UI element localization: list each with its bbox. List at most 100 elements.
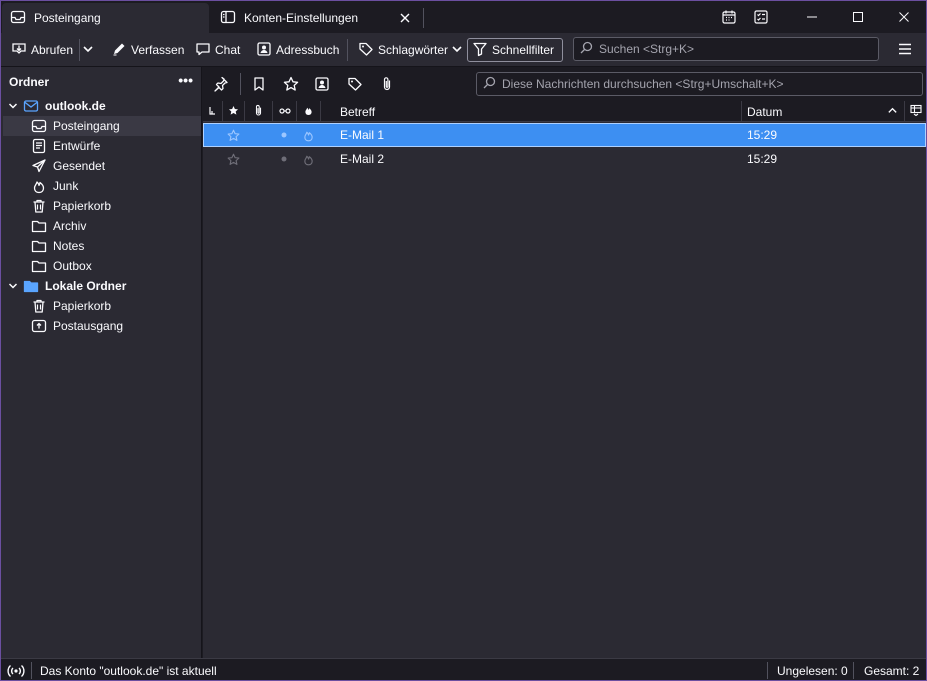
column-picker[interactable] <box>905 101 926 122</box>
close-tab-icon[interactable] <box>397 10 413 26</box>
account-local-folders[interactable]: Lokale Ordner <box>7 276 201 296</box>
unread-filter-icon[interactable] <box>247 73 271 95</box>
tags-label: Schlagwörter <box>378 43 449 57</box>
folder-local-outbox[interactable]: Postausgang <box>3 316 201 336</box>
folder-junk[interactable]: Junk <box>3 176 201 196</box>
folder-inbox[interactable]: Posteingang <box>3 116 201 136</box>
folder-local-trash[interactable]: Papierkorb <box>3 296 201 316</box>
star-filter-icon[interactable] <box>279 73 303 95</box>
close-window-button[interactable] <box>889 1 919 33</box>
tab-inbox[interactable]: Posteingang <box>2 3 209 33</box>
tab-separator <box>423 8 424 28</box>
status-separator <box>31 662 32 679</box>
toolbar-separator <box>240 73 241 95</box>
folder-archive[interactable]: Archiv <box>3 216 201 236</box>
pencil-icon <box>111 41 127 60</box>
address-book-button[interactable]: Adressbuch <box>252 38 343 62</box>
global-search-input[interactable]: Suchen <Strg+K> <box>573 37 879 61</box>
online-status-icon[interactable] <box>7 659 25 680</box>
mail-toolbar: Abrufen Verfassen Chat Adressbuch Schlag… <box>1 33 926 67</box>
trash-icon <box>31 298 47 314</box>
message-date: 15:29 <box>747 152 778 166</box>
thread-column-header[interactable] <box>203 101 223 122</box>
junk-column-header[interactable] <box>297 101 321 122</box>
folder-pane: Ordner ••• outlook.de Posteingang Entwür… <box>1 67 202 658</box>
hamburger-menu-icon <box>898 42 912 59</box>
tab-account-settings[interactable]: Konten-Einstellungen <box>212 3 423 33</box>
folder-notes[interactable]: Notes <box>3 236 201 256</box>
unread-count: Ungelesen: 0 <box>777 663 848 678</box>
sticky-filter-icon[interactable] <box>209 73 233 95</box>
tasks-icon[interactable] <box>750 1 772 33</box>
tag-filter-icon[interactable] <box>343 73 367 95</box>
junk-icon[interactable] <box>302 147 315 171</box>
folder-sent[interactable]: Gesendet <box>3 156 201 176</box>
compose-button[interactable]: Verfassen <box>107 38 188 62</box>
minimize-button[interactable] <box>797 1 827 33</box>
account-name: Lokale Ordner <box>45 279 127 293</box>
app-menu-button[interactable] <box>894 38 916 62</box>
folder-outbox[interactable]: Outbox <box>3 256 201 276</box>
message-list: E-Mail 1 15:29 E-Mail 2 15:29 <box>203 123 926 658</box>
sent-icon <box>31 158 47 174</box>
chevron-down-icon[interactable] <box>7 280 19 292</box>
attachment-column-header[interactable] <box>245 101 273 122</box>
drafts-icon <box>31 138 47 154</box>
toolbar-separator <box>347 39 348 61</box>
folder-pane-header: Ordner <box>1 67 202 96</box>
star-icon[interactable] <box>227 147 240 171</box>
message-search-input[interactable]: Diese Nachrichten durchsuchen <Strg+Umsc… <box>476 72 923 96</box>
tag-icon <box>358 41 374 60</box>
outbox-icon <box>31 318 47 334</box>
attachment-filter-icon[interactable] <box>375 73 399 95</box>
search-icon <box>483 76 496 92</box>
contact-filter-icon[interactable] <box>310 73 334 95</box>
get-messages-button[interactable]: Abrufen <box>7 38 77 62</box>
calendar-icon[interactable] <box>718 1 740 33</box>
trash-icon <box>31 198 47 214</box>
account-settings-icon <box>220 9 236 28</box>
attachment-icon <box>252 104 265 120</box>
read-dot-icon[interactable] <box>281 123 287 147</box>
table-row[interactable]: E-Mail 2 15:29 <box>203 147 926 171</box>
star-column-header[interactable] <box>223 101 245 122</box>
get-messages-dropdown[interactable] <box>82 38 98 62</box>
quick-filter-button[interactable]: Schnellfilter <box>467 38 563 62</box>
star-icon[interactable] <box>227 123 240 147</box>
junk-icon[interactable] <box>302 123 315 147</box>
folder-drafts[interactable]: Entwürfe <box>3 136 201 156</box>
folder-icon <box>31 258 47 274</box>
folder-name: Posteingang <box>53 119 120 133</box>
column-label: Datum <box>747 104 783 119</box>
quick-filter-label: Schnellfilter <box>492 43 555 57</box>
star-icon <box>228 105 239 119</box>
search-placeholder: Diese Nachrichten durchsuchen <Strg+Umsc… <box>502 77 784 91</box>
folder-trash[interactable]: Papierkorb <box>3 196 201 216</box>
chat-button[interactable]: Chat <box>191 38 244 62</box>
quick-filter-bar: Diese Nachrichten durchsuchen <Strg+Umsc… <box>203 67 926 101</box>
read-dot-icon[interactable] <box>281 147 287 171</box>
message-date: 15:29 <box>747 128 778 142</box>
search-placeholder: Suchen <Strg+K> <box>599 42 695 56</box>
more-options-icon[interactable]: ••• <box>178 72 193 88</box>
folder-name: Postausgang <box>53 319 124 333</box>
archive-icon <box>31 218 47 234</box>
chat-icon <box>195 41 211 60</box>
table-row[interactable]: E-Mail 1 15:29 <box>203 123 926 147</box>
address-book-icon <box>256 41 272 60</box>
maximize-button[interactable] <box>843 1 873 33</box>
account-outlook[interactable]: outlook.de <box>7 96 201 116</box>
read-column-header[interactable] <box>273 101 297 122</box>
folder-name: Papierkorb <box>53 299 112 313</box>
chevron-down-icon[interactable] <box>7 100 19 112</box>
tab-bar: Posteingang Konten-Einstellungen <box>1 1 926 33</box>
tags-button[interactable]: Schlagwörter <box>354 38 467 62</box>
message-subject: E-Mail 2 <box>340 152 385 166</box>
address-book-label: Adressbuch <box>276 43 340 57</box>
column-picker-icon <box>909 104 922 119</box>
local-folder-icon <box>23 278 39 294</box>
folder-name: Junk <box>53 179 79 193</box>
subject-column-header[interactable]: Betreff <box>321 101 742 122</box>
search-icon <box>580 41 593 57</box>
date-column-header[interactable]: Datum <box>742 101 905 122</box>
